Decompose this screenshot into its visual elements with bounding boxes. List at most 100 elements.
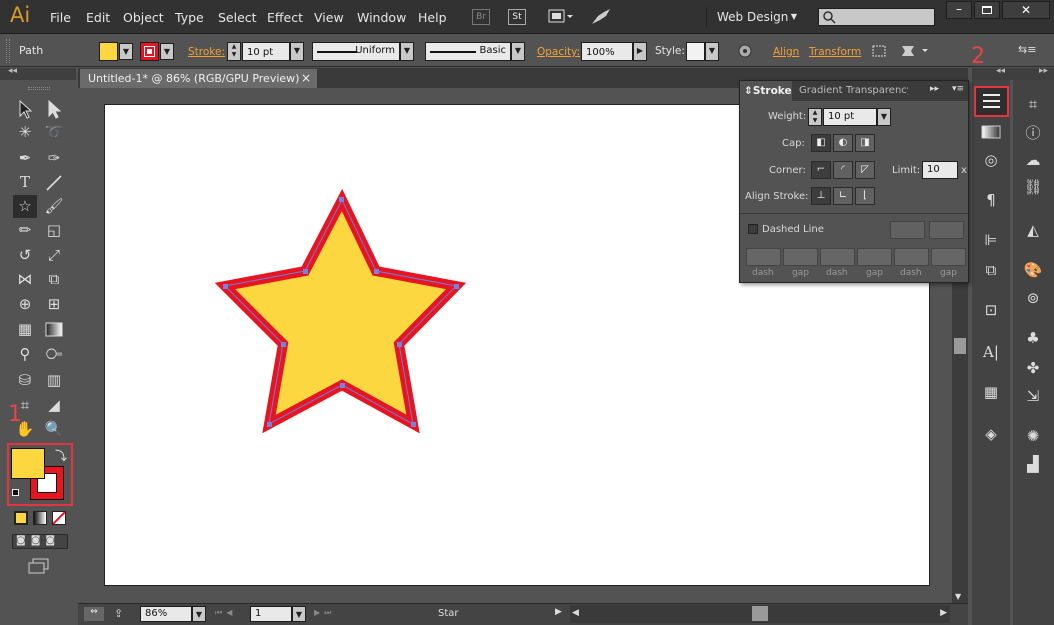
character-panel-icon[interactable]: A|	[976, 340, 1006, 364]
layers-panel-icon[interactable]: ◈	[976, 422, 1006, 446]
chevron-down-icon[interactable]: ▼	[119, 43, 133, 60]
weight-stepper[interactable]: ▲ ▼	[808, 108, 822, 126]
color-guide-panel-icon[interactable]: 🎨	[1018, 258, 1048, 282]
curvature-tool-icon[interactable]: ✑	[42, 147, 66, 170]
appearance-panel-icon[interactable]: ⊚	[1018, 286, 1048, 310]
arrange-documents-icon[interactable]	[548, 9, 574, 25]
artboard-nav-icon[interactable]: ⇔	[84, 607, 104, 621]
star-tool-icon[interactable]: ☆	[13, 195, 37, 218]
transparency-panel-icon[interactable]: ◎	[976, 148, 1006, 172]
close-window-button[interactable]: ✕	[1002, 1, 1050, 19]
stroke-label[interactable]: Stroke:	[188, 46, 225, 58]
bevel-join-button[interactable]: ◸	[855, 161, 875, 179]
gpu-performance-icon[interactable]	[590, 8, 612, 26]
dashed-line-checkbox[interactable]	[748, 224, 758, 234]
minimize-button[interactable]: –	[946, 1, 972, 19]
align-outside-button[interactable]: ⌊	[855, 187, 875, 205]
menu-file[interactable]: File	[50, 10, 71, 25]
align-center-button[interactable]: ⊥	[811, 187, 831, 205]
horizontal-scrollbar[interactable]: ◀ ▶	[570, 605, 950, 623]
menu-help[interactable]: Help	[418, 10, 447, 25]
chevron-down-icon[interactable]: ▼	[511, 42, 525, 61]
gap-field-3[interactable]	[931, 248, 966, 266]
navigator-panel-icon[interactable]: ✺	[1018, 424, 1048, 448]
chevron-right-icon[interactable]: ▶	[633, 42, 647, 61]
menu-effect[interactable]: Effect	[267, 10, 303, 25]
page-field[interactable]: 1	[250, 606, 292, 622]
projecting-cap-button[interactable]: ◨	[855, 134, 875, 152]
pathfinder-panel-icon[interactable]: ⧉	[976, 258, 1006, 282]
shape-builder-tool-icon[interactable]: ⊕	[13, 293, 37, 316]
chevron-down-icon[interactable]: ▼	[160, 43, 174, 60]
workspace-switcher[interactable]: Web Design ▼	[706, 7, 807, 27]
draw-mode-icons[interactable]: ◙◙◙	[12, 534, 68, 549]
asset-export-panel-icon[interactable]: ⇲	[1018, 384, 1048, 408]
links-panel-icon[interactable]: ⛓	[1018, 175, 1048, 199]
weight-field[interactable]: 10 pt	[823, 108, 877, 126]
pen-tool-icon[interactable]: ✒	[13, 147, 37, 170]
next-last-icons[interactable]: ▶⏭	[314, 608, 335, 618]
scale-tool-icon[interactable]: ⤢	[42, 244, 66, 267]
swatches-panel-icon[interactable]: ▦	[976, 380, 1006, 404]
stroke-weight-field[interactable]: 10 pt	[242, 42, 290, 61]
panel-menu-icon[interactable]: ⇆≡	[1018, 43, 1036, 59]
eyedropper-tool-icon[interactable]: ⚲	[13, 343, 37, 366]
transform-panel-icon[interactable]: ⊡	[976, 298, 1006, 322]
tab-gradient[interactable]: Gradient	[799, 85, 843, 96]
search-input[interactable]	[818, 8, 935, 26]
fill-stroke-widget[interactable]: ⤵	[7, 443, 73, 506]
limit-field[interactable]: 10	[922, 161, 958, 179]
menu-object[interactable]: Object	[123, 10, 164, 25]
transform-label[interactable]: Transform	[809, 46, 861, 58]
paintbrush-tool-icon[interactable]: 🖌	[42, 195, 66, 218]
info-panel-icon[interactable]: ⓘ	[1018, 121, 1048, 145]
weight-stepper[interactable]: ▲ ▼	[227, 42, 241, 61]
dash-field-3[interactable]	[894, 248, 929, 266]
libraries-panel-icon[interactable]: ☁	[1018, 148, 1048, 172]
envelope-icon[interactable]	[900, 43, 930, 59]
chevron-down-icon[interactable]: ▼	[705, 42, 719, 61]
free-transform-tool-icon[interactable]: ⧉	[42, 268, 66, 291]
document-tab[interactable]: Untitled-1* @ 86% (RGB/GPU Preview) ×	[80, 69, 317, 88]
grip-handle[interactable]	[6, 39, 10, 63]
opacity-field[interactable]: 100%	[581, 42, 633, 61]
preserve-dash-button[interactable]	[890, 221, 925, 239]
first-prev-icons[interactable]: ⏮◀	[215, 608, 236, 618]
expand-icon[interactable]: ▸▸	[930, 84, 939, 94]
graphic-style-swatch[interactable]	[686, 42, 705, 61]
none-mode-icon[interactable]	[52, 511, 66, 525]
variable-width-profile[interactable]: Uniform	[312, 42, 400, 61]
blend-tool-icon[interactable]: ⧃	[42, 343, 66, 366]
type-tool-icon[interactable]: T	[13, 171, 37, 194]
image-trace-panel-icon[interactable]: ◭	[1018, 218, 1048, 242]
dash-field-2[interactable]	[820, 248, 855, 266]
scroll-down-icon[interactable]: ▼	[955, 592, 961, 601]
dash-field-1[interactable]	[746, 248, 781, 266]
isolate-icon[interactable]	[870, 43, 888, 59]
status-menu-icon[interactable]: ▶	[555, 607, 562, 617]
collapse-icon[interactable]: ◂◂	[8, 66, 17, 76]
scroll-thumb[interactable]	[752, 606, 768, 621]
panel-menu-icon[interactable]: ▾≡	[952, 84, 964, 94]
fill-swatch[interactable]	[99, 42, 118, 61]
stroke-swatch[interactable]	[140, 42, 159, 61]
width-tool-icon[interactable]: ⋈	[13, 268, 37, 291]
tab-stroke[interactable]: ⇕Stroke	[740, 81, 792, 101]
menu-window[interactable]: Window	[357, 10, 406, 25]
bridge-button[interactable]: Br	[472, 9, 490, 25]
opacity-label[interactable]: Opacity:	[537, 46, 580, 58]
chevron-down-icon[interactable]: ▼	[292, 606, 306, 622]
menu-edit[interactable]: Edit	[86, 10, 110, 25]
line-tool-icon[interactable]	[42, 171, 66, 194]
zoom-tool-icon[interactable]: 🔍	[42, 418, 66, 441]
direct-selection-tool-icon[interactable]	[42, 97, 66, 120]
lasso-tool-icon[interactable]: ➰	[42, 121, 66, 144]
round-join-button[interactable]: ◜	[833, 161, 853, 179]
gradient-panel-icon[interactable]	[976, 120, 1006, 144]
chevron-down-icon[interactable]: ▼	[877, 108, 891, 126]
symbol-sprayer-tool-icon[interactable]: ⛁	[13, 369, 37, 392]
mesh-tool-icon[interactable]: ▦	[13, 318, 37, 341]
magic-wand-tool-icon[interactable]: ✳	[13, 121, 37, 144]
gradient-mode-icon[interactable]	[33, 511, 47, 525]
chevron-down-icon[interactable]: ▼	[192, 606, 206, 622]
